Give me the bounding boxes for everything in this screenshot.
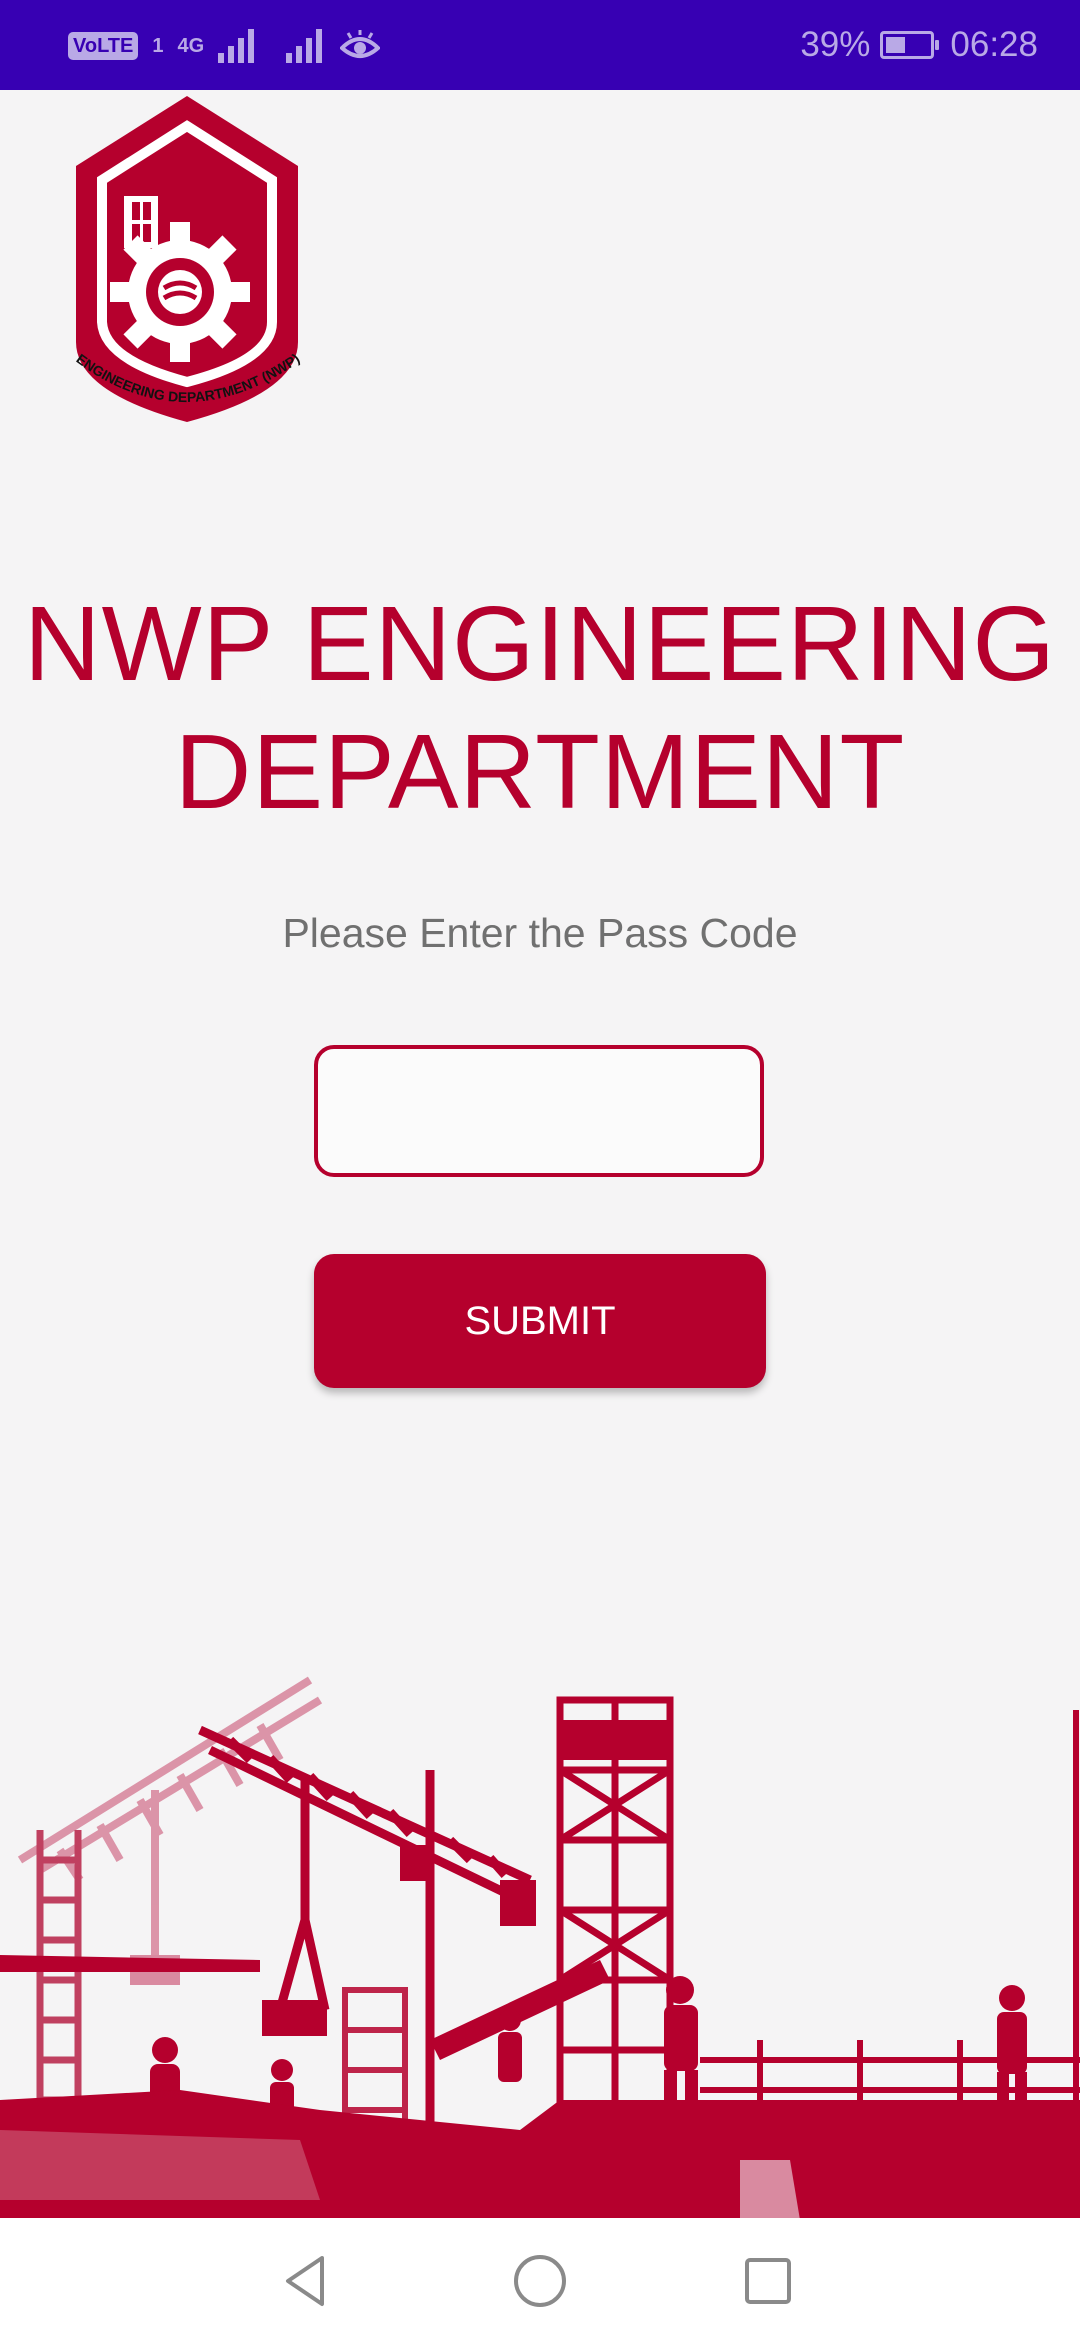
signal-icon xyxy=(218,29,255,63)
title-line-1: NWP ENGINEERING xyxy=(24,585,1056,703)
volte-icon: VoLTE xyxy=(68,32,139,60)
status-right-group: 39% 06:28 xyxy=(800,18,1038,72)
eye-comfort-icon xyxy=(340,30,381,58)
recents-icon[interactable] xyxy=(733,2246,803,2316)
construction-illustration xyxy=(0,1676,1080,2220)
battery-percent: 39% xyxy=(800,25,871,64)
status-left-group: VoLTE 1 4G xyxy=(68,26,381,66)
back-icon[interactable] xyxy=(272,2246,342,2316)
navigation-bar xyxy=(0,2218,1080,2340)
battery-level xyxy=(886,37,906,53)
title-line-2: DEPARTMENT xyxy=(174,713,906,831)
network-type: 4G xyxy=(177,35,205,57)
home-icon[interactable] xyxy=(505,2246,575,2316)
signal-icon xyxy=(286,29,323,63)
passcode-prompt: Please Enter the Pass Code xyxy=(282,910,798,956)
department-logo: ENGINEERING DEPARTMENT (NWP) xyxy=(73,96,302,422)
clock: 06:28 xyxy=(950,25,1038,64)
sim-index: 1 xyxy=(152,35,164,57)
passcode-input[interactable] xyxy=(314,1045,764,1177)
page-title: NWP ENGINEERING DEPARTMENT xyxy=(0,580,1080,836)
submit-button[interactable]: SUBMIT xyxy=(314,1254,766,1388)
status-bar: VoLTE 1 4G 39% 06:28 xyxy=(0,0,1080,90)
battery-charging-icon xyxy=(880,31,940,59)
